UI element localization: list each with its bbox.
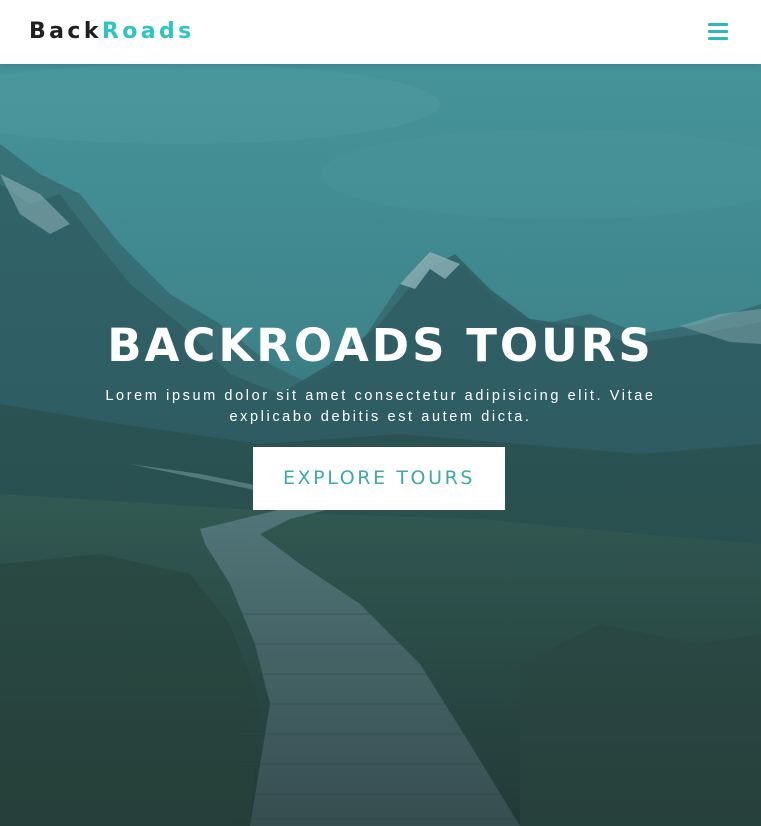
hero-title: BACKROADS TOURS: [107, 319, 654, 372]
hero-description: Lorem ipsum dolor sit amet consectetur a…: [105, 388, 656, 425]
navbar: BackRoads: [0, 0, 761, 64]
brand-logo[interactable]: BackRoads: [29, 17, 195, 47]
hero-section: BACKROADS TOURS Lorem ipsum dolor sit am…: [0, 64, 761, 826]
explore-tours-button[interactable]: EXPLORE TOURS: [253, 447, 505, 510]
hero-background-image: [0, 64, 761, 826]
logo-text-back: Back: [29, 19, 102, 44]
logo-text-roads: Roads: [101, 19, 195, 44]
hamburger-menu-icon[interactable]: [706, 20, 730, 42]
